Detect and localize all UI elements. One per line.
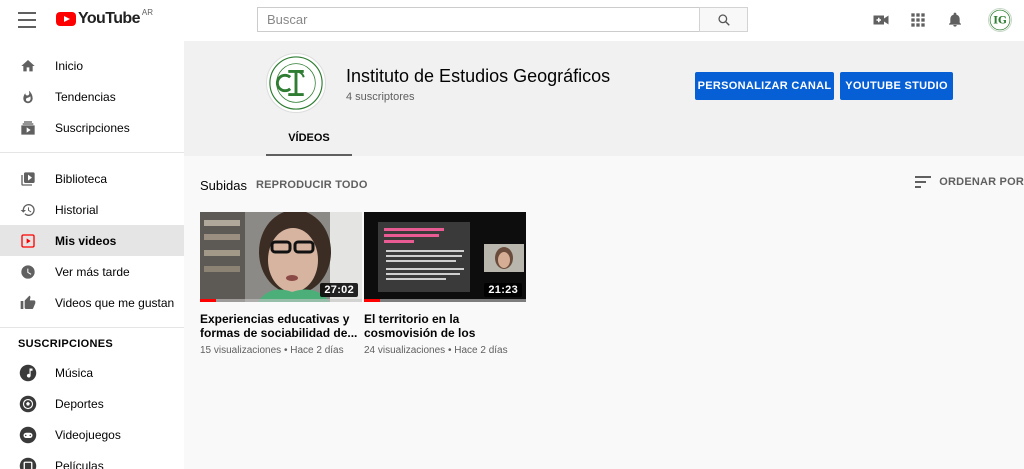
sidebar-item-label: Suscripciones [55, 120, 130, 135]
video-card[interactable]: 21:23 El territorio en la cosmovisión de… [364, 212, 526, 356]
sidebar-item-label: Música [55, 365, 94, 380]
sidebar-item-suscripciones[interactable]: Suscripciones [0, 112, 184, 143]
video-card[interactable]: 27:02 Experiencias educativas y formas d… [200, 212, 362, 356]
video-views: 15 visualizaciones [200, 345, 282, 356]
youtube-logo[interactable]: YouTube AR [56, 8, 153, 28]
sort-button[interactable]: ORDENAR POR [915, 176, 1024, 188]
watch-progress-track [364, 299, 526, 302]
watch-progress [200, 299, 217, 302]
sort-icon [915, 176, 932, 188]
logo-text: YouTube [78, 10, 140, 27]
sidebar-item-label: Historial [55, 202, 99, 217]
sidebar-item-label: Ver más tarde [55, 264, 130, 279]
logo-country: AR [141, 8, 153, 17]
my-videos-icon [19, 232, 37, 250]
video-duration: 27:02 [320, 283, 358, 297]
menu-icon[interactable] [18, 12, 36, 28]
clock-icon [19, 263, 37, 281]
sidebar-item-musica[interactable]: Música [0, 357, 184, 388]
sidebar-item-peliculas[interactable]: Películas [0, 450, 184, 469]
sidebar-item-historial[interactable]: Historial [0, 194, 184, 225]
flame-icon [19, 88, 37, 106]
video-title[interactable]: Experiencias educativas y formas de soci… [200, 312, 362, 340]
sidebar-item-biblioteca[interactable]: Biblioteca [0, 163, 184, 194]
sidebar-item-label: Biblioteca [55, 171, 108, 186]
search-icon [717, 13, 730, 26]
apps-grid-icon [911, 13, 925, 27]
sidebar-item-label: Videos que me gustan [55, 295, 175, 310]
channel-logo-icon: IG [989, 9, 1011, 31]
notifications-button[interactable] [945, 10, 965, 30]
sidebar: Inicio Tendencias Suscripciones Bibliote… [0, 41, 184, 469]
subscriptions-section-title: SUSCRIPCIONES [18, 338, 113, 350]
video-duration: 21:23 [484, 283, 522, 297]
subscriber-count: 4 suscriptores [346, 91, 415, 103]
svg-text:IG: IG [993, 15, 1007, 27]
apps-button[interactable] [908, 10, 928, 30]
sidebar-item-label: Inicio [55, 58, 84, 73]
watch-progress [364, 299, 381, 302]
thumb-up-icon [19, 294, 37, 312]
channel-logo-icon [269, 56, 323, 110]
tab-videos[interactable]: VÍDEOS [266, 122, 352, 156]
sports-icon [19, 395, 37, 413]
video-thumbnail[interactable]: 21:23 [364, 212, 526, 302]
youtube-play-icon [56, 12, 76, 26]
sidebar-item-mis-videos[interactable]: Mis videos [0, 225, 184, 256]
sidebar-item-inicio[interactable]: Inicio [0, 50, 184, 81]
sidebar-item-videos-que-me-gustan[interactable]: Videos que me gustan [0, 287, 184, 318]
channel-header: Instituto de Estudios Geográficos 4 susc… [184, 41, 1024, 156]
channel-name: Instituto de Estudios Geográficos [346, 66, 611, 86]
sidebar-item-ver-mas-tarde[interactable]: Ver más tarde [0, 256, 184, 287]
sidebar-item-label: Deportes [55, 396, 104, 411]
channel-avatar[interactable] [266, 53, 326, 113]
sidebar-item-label: Tendencias [55, 89, 116, 104]
video-thumbnail[interactable]: 27:02 [200, 212, 362, 302]
video-meta: 15 visualizaciones • Hace 2 días [200, 345, 344, 356]
video-meta: 24 visualizaciones • Hace 2 días [364, 345, 508, 356]
sidebar-item-label: Videojuegos [55, 427, 121, 442]
youtube-studio-button[interactable]: YOUTUBE STUDIO [840, 72, 953, 100]
home-icon [19, 57, 37, 75]
video-age: Hace 2 días [290, 345, 344, 356]
video-camera-icon [873, 15, 889, 25]
bell-icon [949, 12, 961, 27]
account-avatar[interactable]: IG [988, 8, 1012, 32]
video-title[interactable]: El territorio en la cosmovisión de los p… [364, 312, 526, 340]
video-age: Hace 2 días [454, 345, 508, 356]
music-icon [19, 364, 37, 382]
top-bar: YouTube AR IG [0, 0, 1024, 41]
search-input[interactable] [257, 7, 699, 32]
watch-progress-track [200, 299, 362, 302]
video-views: 24 visualizaciones [364, 345, 446, 356]
customize-channel-button[interactable]: PERSONALIZAR CANAL [695, 72, 834, 100]
sidebar-item-label: Mis videos [55, 233, 117, 248]
movies-icon [19, 457, 37, 469]
sidebar-item-deportes[interactable]: Deportes [0, 388, 184, 419]
uploads-section: Subidas REPRODUCIR TODO ORDENAR POR 27:0… [184, 156, 1024, 469]
library-icon [19, 170, 37, 188]
subscriptions-icon [19, 119, 37, 137]
sidebar-item-videojuegos[interactable]: Videojuegos [0, 419, 184, 450]
play-all-button[interactable]: REPRODUCIR TODO [256, 179, 368, 191]
gaming-icon [19, 426, 37, 444]
sidebar-item-tendencias[interactable]: Tendencias [0, 81, 184, 112]
sort-label: ORDENAR POR [939, 176, 1024, 188]
uploads-title: Subidas [200, 178, 247, 193]
sidebar-item-label: Películas [55, 458, 104, 469]
history-icon [19, 201, 37, 219]
search-button[interactable] [699, 7, 748, 32]
create-video-button[interactable] [871, 10, 891, 30]
